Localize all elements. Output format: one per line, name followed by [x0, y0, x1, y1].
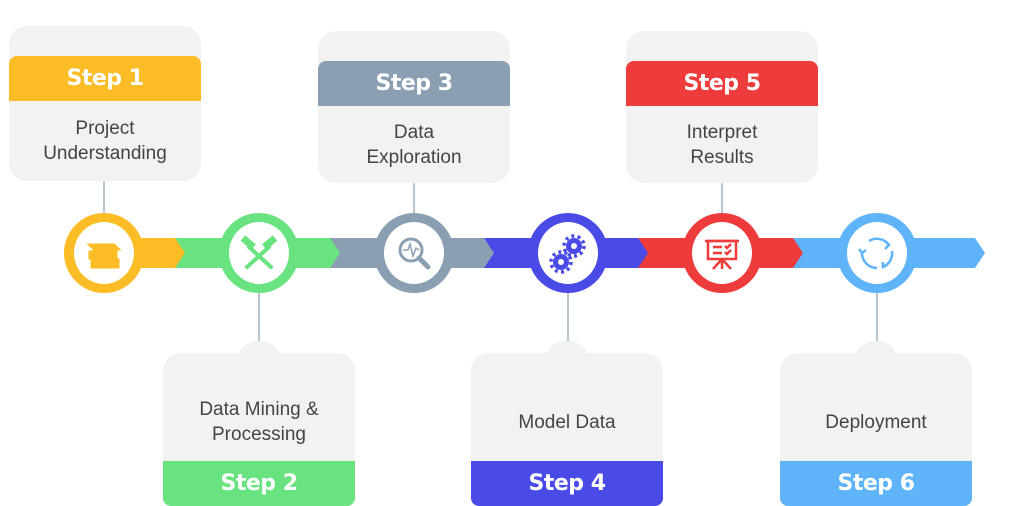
- step-1-header: Step 1: [9, 56, 201, 101]
- step-6-label: Deployment: [825, 411, 927, 433]
- step-2-card: Data Mining & Processing Step 2: [163, 341, 355, 506]
- step-4-card: Model Data Step 4: [471, 341, 663, 506]
- step-3-card: Step 3 Data Exploration: [318, 31, 510, 183]
- card-pointer: [547, 341, 587, 371]
- step-3-label: Data Exploration: [366, 121, 462, 168]
- step-6-card: Deployment Step 6: [780, 341, 972, 506]
- step-5-label: Interpret Results: [686, 121, 758, 168]
- step-4-label: Model Data: [518, 411, 616, 433]
- step-6-node: [837, 213, 917, 293]
- step-5-card: Step 5 Interpret Results: [626, 31, 818, 183]
- step-4-header: Step 4: [471, 461, 663, 506]
- step-2-header: Step 2: [163, 461, 355, 506]
- card-pointer: [239, 341, 279, 371]
- step-2-node: [219, 213, 299, 293]
- books-icon: [86, 243, 122, 269]
- step-5-header: Step 5: [626, 61, 818, 106]
- step-3-node: [374, 213, 454, 293]
- step-4-node: [528, 213, 608, 293]
- step-2-label: Data Mining & Processing: [199, 399, 319, 445]
- step-6-header: Step 6: [780, 461, 972, 506]
- card-pointer: [856, 341, 896, 371]
- step-5-node: [682, 213, 762, 293]
- step-1-card: Step 1 Project Understanding: [9, 26, 201, 181]
- step-1-node: [64, 213, 144, 293]
- step-3-header: Step 3: [318, 61, 510, 106]
- step-1-label: Project Understanding: [43, 118, 167, 164]
